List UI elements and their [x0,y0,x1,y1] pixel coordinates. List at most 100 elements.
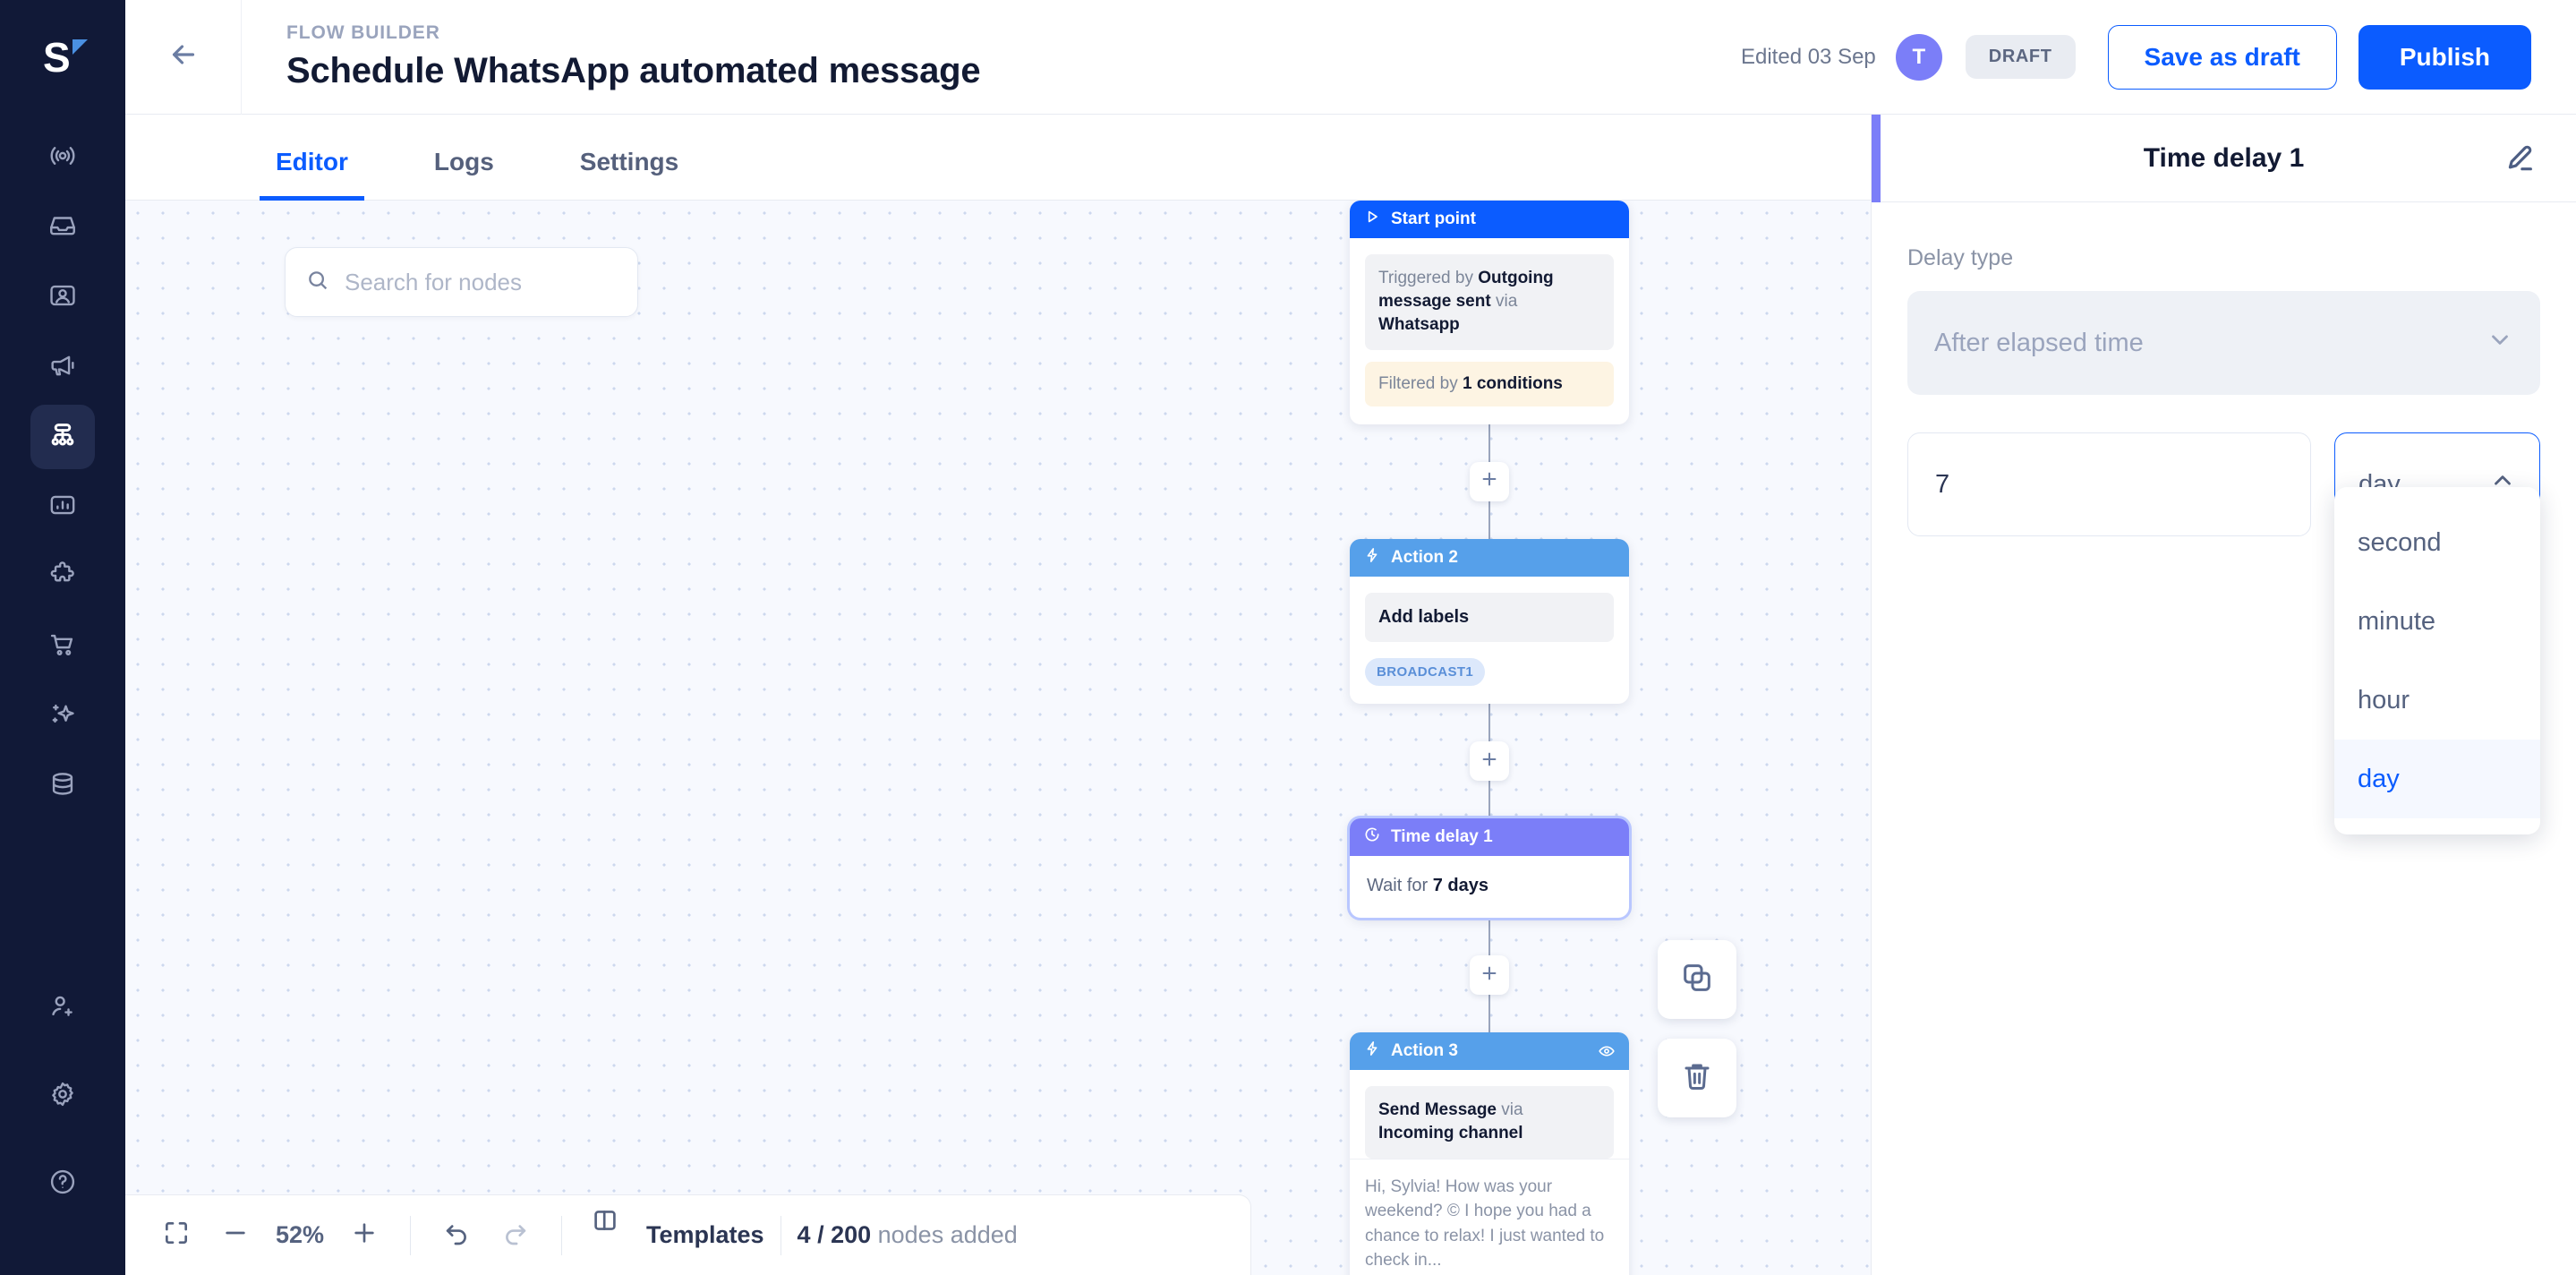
rail-bottom-items [30,976,95,1275]
panel-title: Time delay 1 [2143,142,2305,173]
sidebar-item-ai-assistant[interactable] [30,684,95,749]
node-header: Start point [1350,201,1629,238]
tab-logs[interactable]: Logs [418,148,510,201]
edited-timestamp: Edited 03 Sep [1740,44,1876,69]
delay-type-select[interactable]: After elapsed time [1907,291,2540,395]
dropdown-option-day[interactable]: day [2334,740,2540,818]
redo-button[interactable] [486,1206,545,1265]
gear-icon [47,1079,78,1114]
arrow-left-icon [167,39,200,75]
action-chip: Send Message via Incoming channel [1365,1086,1614,1159]
eye-icon[interactable] [1598,1042,1616,1060]
delay-amount-value: 7 [1935,469,1950,499]
message-preview: Hi, Sylvia! How was your weekend? © I ho… [1350,1158,1629,1275]
add-node-button[interactable] [1470,955,1509,996]
filter-chip: Filtered by 1 conditions [1365,361,1614,406]
sidebar-item-integrations[interactable] [30,544,95,609]
zoom-out-button[interactable] [206,1206,265,1265]
plus-icon [350,1219,379,1252]
save-as-draft-button[interactable]: Save as draft [2107,24,2337,90]
dropdown-option-second[interactable]: second [2334,503,2540,582]
sidebar-item-broadcast[interactable] [30,125,95,190]
puzzle-icon [47,560,78,595]
dropdown-option-minute[interactable]: minute [2334,582,2540,661]
back-button[interactable] [125,0,242,115]
add-user-icon [47,991,78,1026]
app-logo[interactable]: S [0,0,125,115]
tab-editor[interactable]: Editor [260,148,364,201]
flow-node-column: Start point Triggered by Outgoing messag… [1350,201,1636,1275]
delay-type-value: After elapsed time [1934,328,2144,357]
edge-line [1488,995,1491,1033]
sidebar-item-data[interactable] [30,754,95,818]
sidebar-item-contacts[interactable] [30,265,95,329]
trash-icon [1679,1058,1715,1099]
add-node-button[interactable] [1470,741,1509,782]
filter-prefix: Filtered by [1378,373,1463,393]
flow-node-time-delay-1[interactable]: Time delay 1 Wait for 7 days [1350,818,1629,919]
plus-icon [1480,749,1499,774]
delay-summary: Wait for 7 days [1365,872,1614,900]
copy-icon [1679,960,1715,1000]
sidebar-item-help[interactable] [30,1151,95,1216]
edge-line [1488,918,1491,956]
publish-button[interactable]: Publish [2358,24,2531,90]
node-settings-panel: Time delay 1 Delay type After elapsed ti… [1871,115,2576,1275]
panel-header: Time delay 1 [1872,115,2576,202]
wait-value: 7 days [1432,876,1488,896]
add-node-button[interactable] [1470,461,1509,501]
delay-type-label: Delay type [1907,245,2014,270]
flow-node-action-3[interactable]: Action 3 Send Message via Incoming chann… [1350,1032,1629,1275]
play-icon [1363,208,1381,231]
logo-letter: S [43,34,71,81]
delete-node-button[interactable] [1658,1039,1736,1117]
node-title: Action 3 [1391,1041,1458,1061]
filter-value: 1 conditions [1462,373,1563,393]
duplicate-node-button[interactable] [1658,940,1736,1019]
plus-icon [1480,963,1499,988]
page-title: Schedule WhatsApp automated message [286,51,981,90]
plus-icon [1480,469,1499,493]
sidebar-item-invite-user[interactable] [30,976,95,1040]
trigger-prefix: Triggered by [1378,269,1479,287]
tab-settings[interactable]: Settings [564,148,695,201]
action-via: via [1497,1100,1523,1120]
divider [780,1215,781,1255]
fit-screen-icon [162,1219,191,1252]
header-actions: Edited 03 Sep T DRAFT Save as draft Publ… [1740,24,2551,90]
pencil-icon[interactable] [2503,141,2537,175]
undo-button[interactable] [427,1206,486,1265]
sidebar-item-commerce[interactable] [30,614,95,679]
sidebar-item-inbox[interactable] [30,195,95,260]
wait-prefix: Wait for [1367,876,1433,896]
flow-node-start-point[interactable]: Start point Triggered by Outgoing messag… [1350,201,1629,424]
cart-icon [47,629,78,664]
sidebar-item-settings[interactable] [30,1064,95,1128]
broadcast-icon [47,141,78,175]
dropdown-option-hour[interactable]: hour [2334,661,2540,740]
node-title: Time delay 1 [1391,827,1493,847]
flow-node-action-2[interactable]: Action 2 Add labels BROADCAST1 [1350,538,1629,705]
panel-body: Delay type After elapsed time 7 day seco… [1872,202,2576,834]
fit-screen-button[interactable] [147,1206,206,1265]
trigger-channel: Whatsapp [1378,315,1460,335]
sidebar-item-analytics[interactable] [30,475,95,539]
templates-button[interactable]: Templates [578,1206,764,1265]
action-channel: Incoming channel [1378,1124,1523,1143]
action-label: Add labels [1378,606,1470,627]
canvas-toolbar: 52% Templates 4 / 200 nodes added [125,1194,1251,1275]
inbox-icon [47,210,78,245]
node-body: Wait for 7 days [1350,856,1629,918]
node-action-toolbar [1658,940,1736,1117]
node-body: Send Message via Incoming channel Hi, Sy… [1350,1070,1629,1275]
avatar[interactable]: T [1895,33,1942,81]
sidebar-item-flow-builder[interactable] [30,405,95,469]
sidebar-item-campaigns[interactable] [30,335,95,399]
search-input[interactable] [345,268,618,296]
sparkle-icon [47,699,78,734]
analytics-icon [47,490,78,525]
delay-amount-input[interactable]: 7 [1907,432,2311,536]
search-nodes-box[interactable] [285,247,638,317]
contacts-icon [47,280,78,315]
zoom-in-button[interactable] [335,1206,394,1265]
